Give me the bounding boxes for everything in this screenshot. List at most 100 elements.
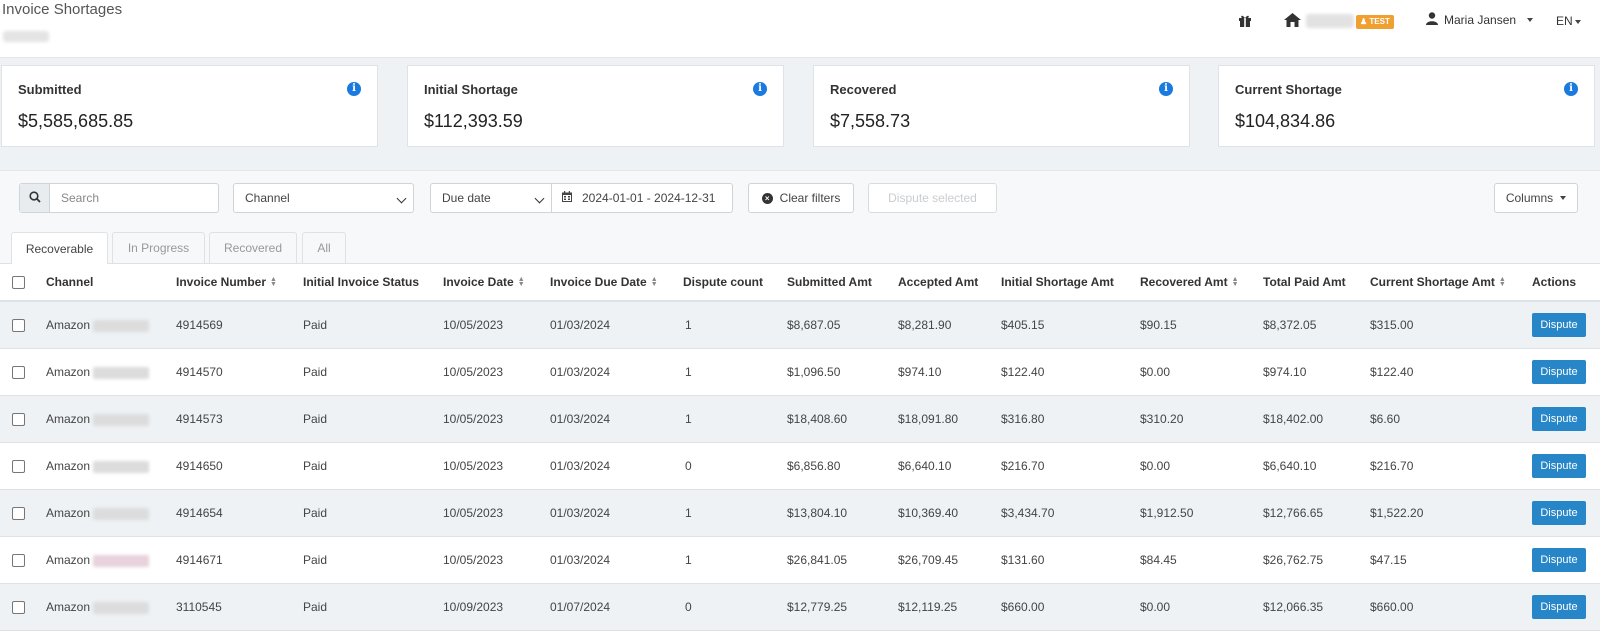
channel-name: Amazon — [46, 318, 91, 332]
invoice-cell: 4914650 — [176, 442, 303, 490]
columns-button[interactable]: Columns — [1494, 183, 1578, 213]
submitted-cell: $13,804.10 — [787, 489, 898, 537]
date-range-input[interactable]: 2024-01-01 - 2024-12-31 — [552, 183, 733, 213]
language-menu[interactable]: EN — [1556, 14, 1581, 28]
tab-recoverable[interactable]: Recoverable — [11, 232, 108, 264]
status-cell: Paid — [303, 583, 443, 631]
summary-card-initial-shortage: Initial Shortage $112,393.59 i — [407, 65, 784, 147]
disputes-cell: 1 — [683, 301, 787, 349]
search-icon — [28, 190, 41, 206]
dispute-button[interactable]: Dispute — [1532, 454, 1586, 478]
sort-icon: ▲ ▼ — [650, 276, 658, 289]
tab-recovered[interactable]: Recovered — [209, 232, 297, 263]
user-menu[interactable]: Maria Jansen — [1426, 12, 1534, 28]
current-cell: $660.00 — [1370, 583, 1532, 631]
invoice-cell: 4914654 — [176, 489, 303, 537]
row-checkbox[interactable] — [12, 601, 25, 615]
info-icon[interactable]: i — [1159, 82, 1173, 96]
col-header-sortable[interactable]: Recovered Amt ▲ ▼ — [1140, 263, 1263, 302]
paid-cell: $26,762.75 — [1263, 536, 1370, 584]
invoice-cell: 4914671 — [176, 536, 303, 584]
col-header: Channel — [46, 263, 176, 302]
row-checkbox[interactable] — [12, 366, 25, 380]
invoice-table: Channel Invoice Number ▲ ▼ Initial Invoice… — [0, 263, 1600, 631]
paid-cell: $12,766.65 — [1263, 489, 1370, 537]
submitted-cell: $12,779.25 — [787, 583, 898, 631]
current-cell: $315.00 — [1370, 301, 1532, 349]
col-header-sortable[interactable]: Invoice Due Date ▲ ▼ — [550, 263, 683, 302]
gift-icon[interactable] — [1238, 13, 1252, 30]
accepted-cell: $974.10 — [898, 348, 1001, 396]
current-cell: $47.15 — [1370, 536, 1532, 584]
dispute-button[interactable]: Dispute — [1532, 360, 1586, 384]
accepted-cell: $6,640.10 — [898, 442, 1001, 490]
status-cell: Paid — [303, 395, 443, 443]
top-bar: Invoice Shortages ♟ TEST Maria Jansen EN — [0, 0, 1600, 58]
channel-name: Amazon — [46, 459, 91, 473]
search-group — [19, 183, 219, 213]
current-cell: $122.40 — [1370, 348, 1532, 396]
card-value: $104,834.86 — [1235, 111, 1336, 131]
initial-cell: $405.15 — [1001, 301, 1140, 349]
card-value: $7,558.73 — [830, 111, 911, 131]
current-cell: $6.60 — [1370, 395, 1532, 443]
search-button[interactable] — [20, 184, 50, 212]
tab-in-progress[interactable]: In Progress — [112, 232, 205, 263]
info-icon[interactable]: i — [1564, 82, 1578, 96]
dispute-button[interactable]: Dispute — [1532, 548, 1586, 572]
search-input[interactable] — [50, 184, 218, 212]
submitted-cell: $8,687.05 — [787, 301, 898, 349]
row-checkbox[interactable] — [12, 460, 25, 474]
close-circle-icon: × — [761, 192, 773, 204]
summary-card-submitted: Submitted $5,585,685.85 i — [1, 65, 378, 147]
channel-cell: Amazon — [46, 348, 176, 396]
channel-name: Amazon — [46, 600, 91, 614]
accepted-cell: $18,091.80 — [898, 395, 1001, 443]
row-checkbox[interactable] — [12, 554, 25, 568]
row-checkbox[interactable] — [12, 319, 25, 333]
table-row: Amazon 3110545 Paid 10/09/2023 01/07/2024 0 $1… — [0, 583, 1600, 631]
dispute-selected-button[interactable]: Dispute selected — [868, 183, 997, 213]
user-name: Maria Jansen — [1444, 13, 1517, 27]
info-icon[interactable]: i — [347, 82, 361, 96]
dispute-button[interactable]: Dispute — [1532, 407, 1586, 431]
home-icon[interactable] — [1284, 13, 1301, 30]
channel-cell: Amazon — [46, 489, 176, 537]
info-icon[interactable]: i — [753, 82, 767, 96]
status-cell: Paid — [303, 489, 443, 537]
accepted-cell: $10,369.40 — [898, 489, 1001, 537]
sort-icon: ▲ ▼ — [270, 276, 277, 289]
date-field-select[interactable]: Due date — [430, 183, 552, 213]
channel-cell: Amazon — [46, 442, 176, 490]
dispute-button[interactable]: Dispute — [1532, 501, 1586, 525]
initial-cell: $3,434.70 — [1001, 489, 1140, 537]
col-header-sortable[interactable]: Invoice Date ▲ ▼ — [443, 263, 550, 302]
submitted-cell: $26,841.05 — [787, 536, 898, 584]
row-checkbox[interactable] — [12, 413, 25, 427]
due_date-cell: 01/03/2024 — [550, 489, 683, 537]
col-header-sortable[interactable]: Invoice Number ▲ ▼ — [176, 263, 303, 302]
filter-toolbar: Channel Due date 2024-01-01 - 2024-12-31… — [0, 171, 1600, 224]
dispute-button[interactable]: Dispute — [1532, 313, 1586, 337]
table-row: Amazon 4914650 Paid 10/05/2023 01/03/2024 0 $6… — [0, 442, 1600, 490]
select-all-checkbox[interactable] — [12, 275, 25, 289]
status-tabs: Recoverable In Progress Recovered All — [0, 223, 1600, 264]
dispute-button[interactable]: Dispute — [1532, 595, 1586, 619]
tab-all[interactable]: All — [302, 232, 346, 263]
col-header-sortable[interactable]: Current Shortage Amt ▲ ▼ — [1370, 263, 1532, 302]
redacted-channel-suffix — [93, 319, 150, 332]
recovered-cell: $310.20 — [1140, 395, 1263, 443]
summary-card-recovered: Recovered $7,558.73 i — [813, 65, 1190, 147]
redacted-account-name — [1306, 14, 1354, 28]
submitted-cell: $6,856.80 — [787, 442, 898, 490]
col-header: Actions — [1532, 263, 1600, 302]
user-mini-icon: ♟ — [1360, 17, 1370, 26]
clear-filters-button[interactable]: × Clear filters — [748, 183, 854, 213]
row-checkbox[interactable] — [12, 507, 25, 521]
channel-select[interactable]: Channel — [233, 183, 414, 213]
inv_date-cell: 10/05/2023 — [443, 301, 550, 349]
invoice-cell: 4914569 — [176, 301, 303, 349]
redacted-channel-suffix — [93, 413, 150, 426]
user-icon — [1426, 12, 1438, 28]
date-range-value: 2024-01-01 - 2024-12-31 — [582, 191, 716, 205]
